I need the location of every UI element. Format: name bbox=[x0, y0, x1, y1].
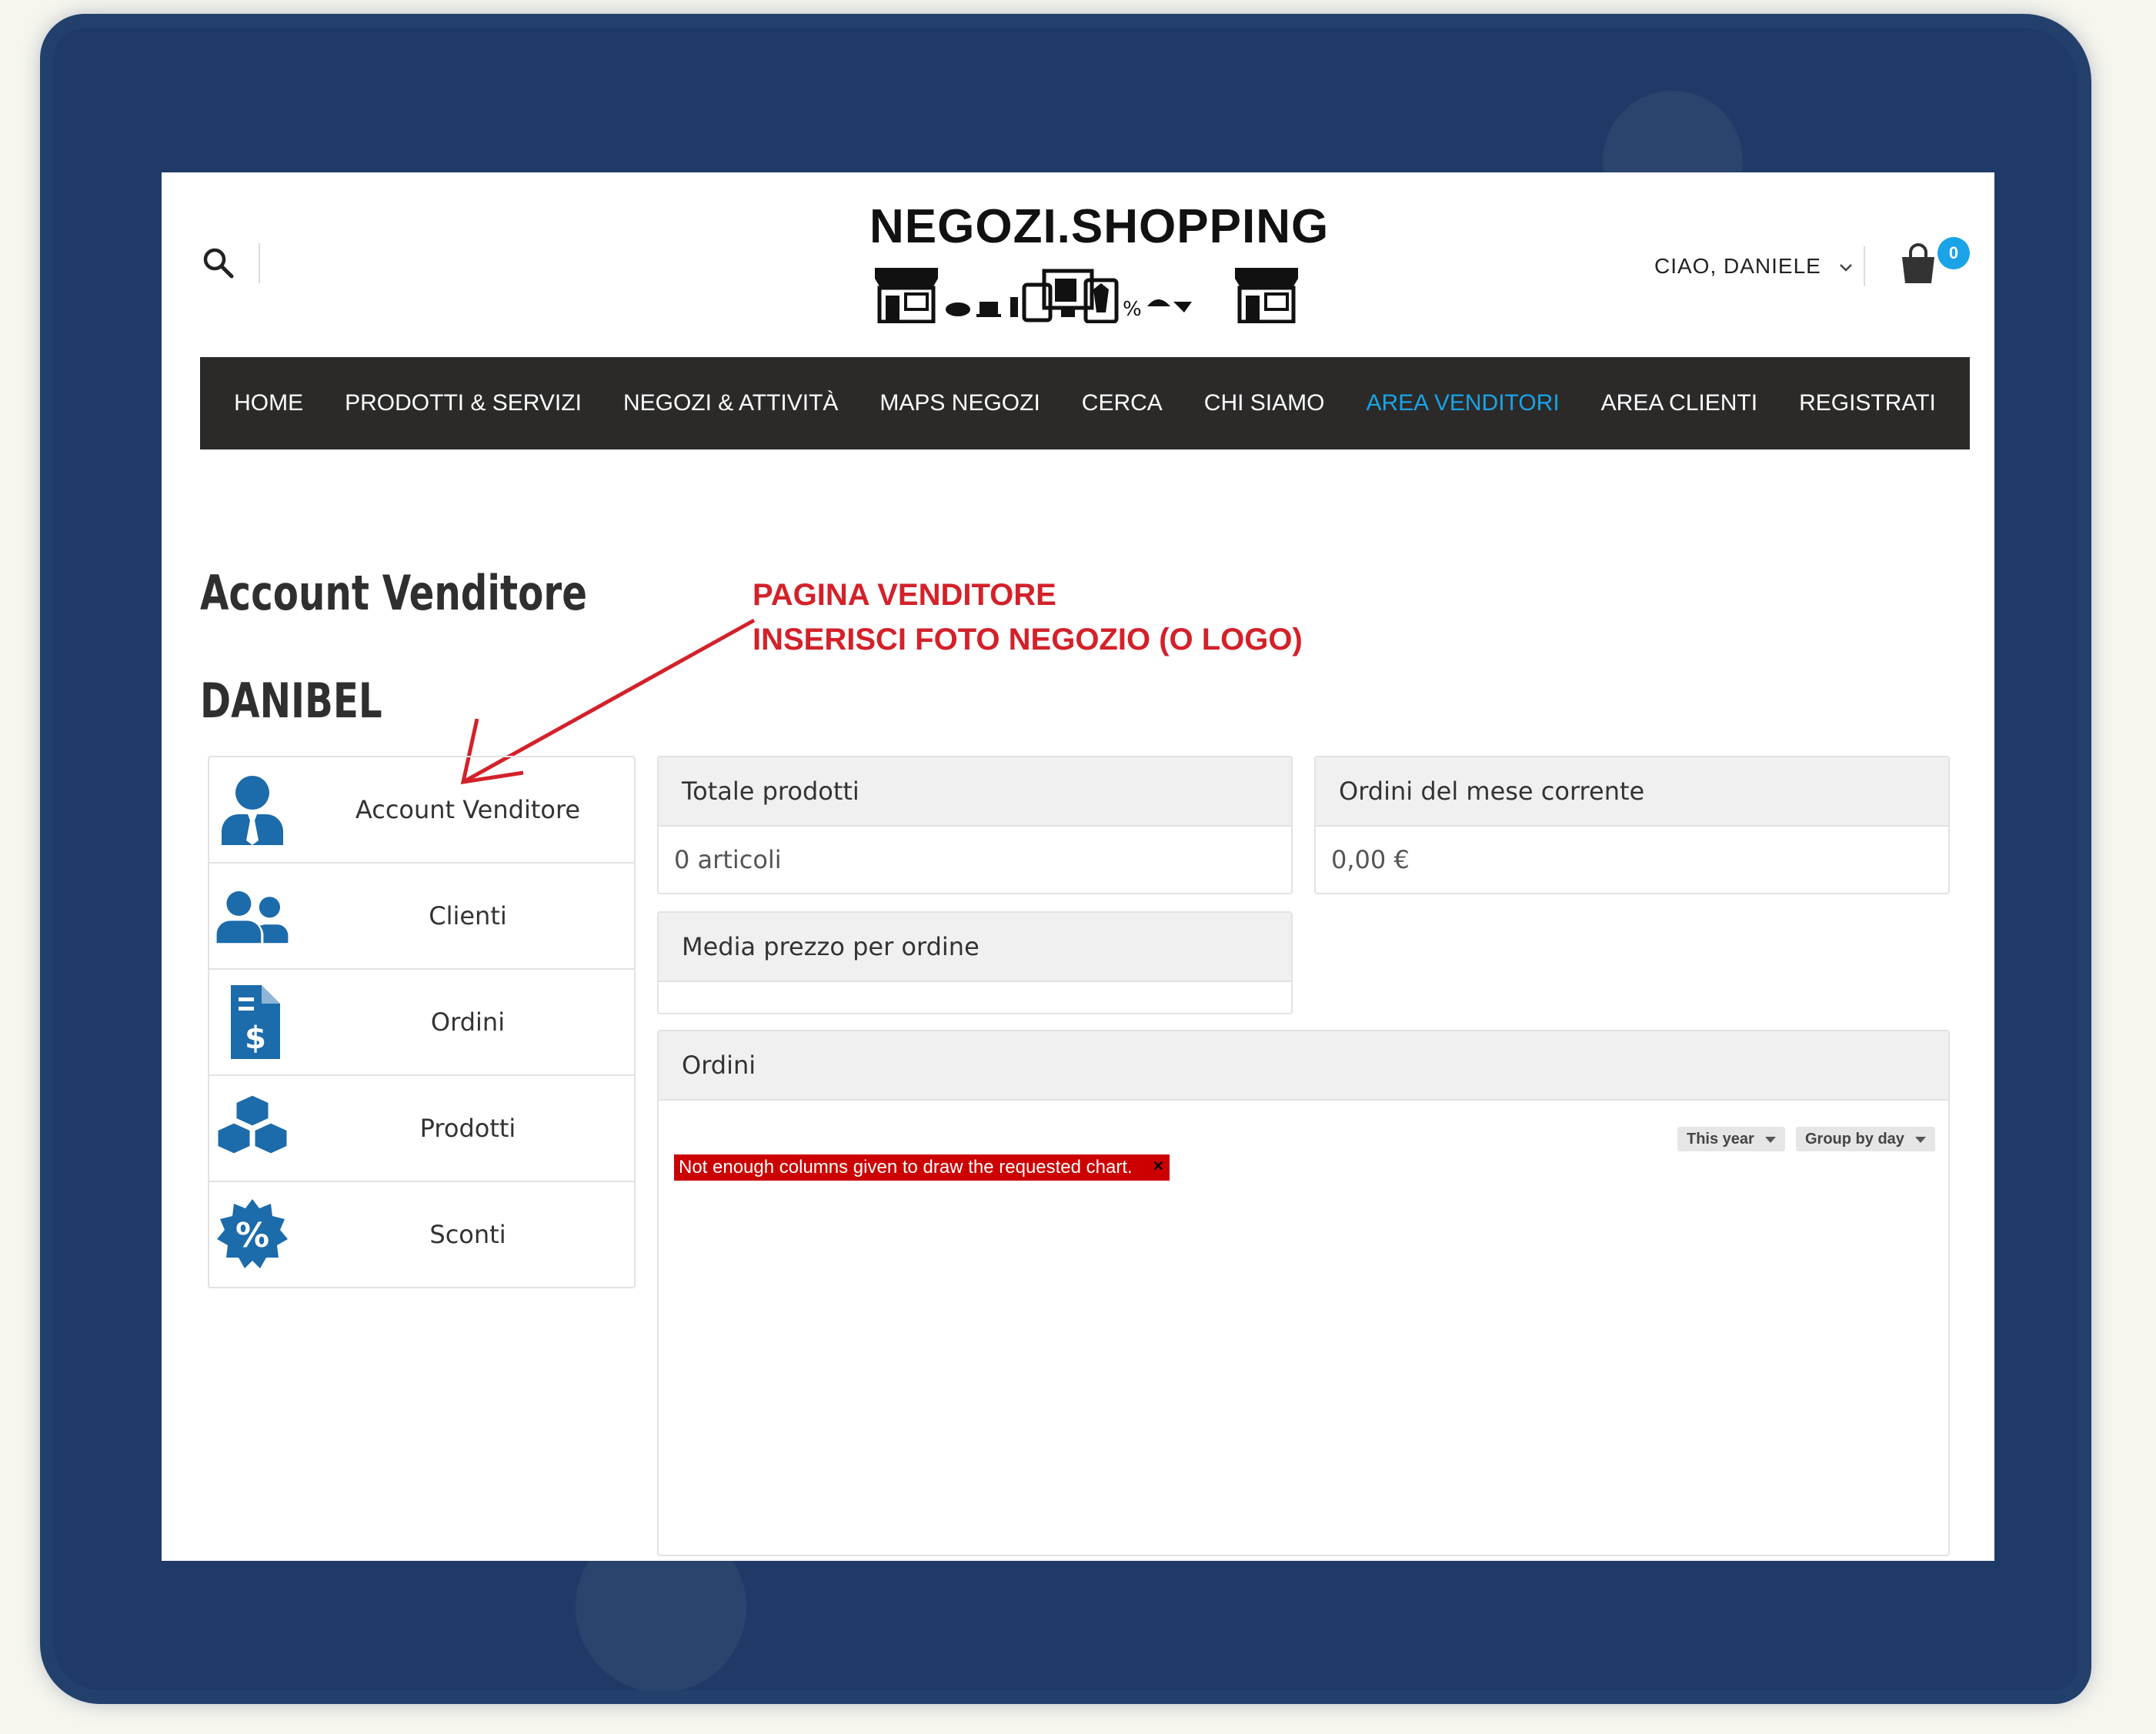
panel-media-prezzo: Media prezzo per ordine bbox=[657, 911, 1293, 1014]
search-icon[interactable] bbox=[202, 246, 235, 280]
annotation-line-2: INSERISCI FOTO NEGOZIO (O LOGO) bbox=[753, 623, 1303, 657]
panel-title: Totale prodotti bbox=[659, 757, 1291, 827]
chart-area: This year Group by day Not enough column… bbox=[659, 1101, 1948, 1555]
site-logo[interactable]: NEGOZI.SHOPPING % bbox=[869, 200, 1330, 334]
logo-text: NEGOZI.SHOPPING bbox=[869, 200, 1330, 253]
panel-value: 0,00 € bbox=[1331, 845, 1410, 874]
sidebar-item-prodotti[interactable]: Prodotti bbox=[209, 1076, 634, 1182]
nav-item-chi-siamo[interactable]: CHI SIAMO bbox=[1183, 390, 1346, 416]
nav-item-maps-negozi[interactable]: MAPS NEGOZI bbox=[859, 390, 1060, 416]
group-select-label: Group by day bbox=[1805, 1131, 1904, 1148]
user-tie-icon bbox=[222, 776, 283, 845]
panel-value bbox=[659, 982, 1291, 1013]
cart-divider bbox=[1864, 246, 1865, 286]
chart-error-message: Not enough columns given to draw the req… bbox=[674, 1154, 1170, 1181]
shop-name: DANIBEL bbox=[200, 673, 382, 729]
shop-logo-icon: % bbox=[875, 268, 1298, 323]
sidebar-item-label: Prodotti bbox=[419, 1114, 516, 1143]
sidebar-item-account-venditore[interactable]: Account Venditore bbox=[209, 757, 634, 864]
nav-item-area-venditori[interactable]: AREA VENDITORI bbox=[1345, 390, 1580, 416]
nav-item-area-clienti[interactable]: AREA CLIENTI bbox=[1580, 390, 1778, 416]
main-nav: HOME PRODOTTI & SERVIZI NEGOZI & ATTIVIT… bbox=[200, 357, 1970, 449]
chart-error-text: Not enough columns given to draw the req… bbox=[679, 1157, 1133, 1178]
nav-item-registrati[interactable]: REGISTRATI bbox=[1778, 390, 1957, 416]
sidebar-item-sconti[interactable]: % Sconti bbox=[209, 1182, 634, 1287]
svg-text:$: $ bbox=[245, 1021, 266, 1056]
shopping-bag-icon[interactable] bbox=[1897, 242, 1939, 285]
percent-badge-icon: % bbox=[217, 1199, 288, 1268]
caret-down-icon bbox=[1764, 1137, 1776, 1143]
cart-count-badge: 0 bbox=[1937, 237, 1970, 269]
sidebar-item-label: Ordini bbox=[430, 1007, 506, 1037]
panel-value: 0 articoli bbox=[674, 845, 782, 874]
panel-ordini-chart: Ordini This year Group by day Not enough… bbox=[657, 1030, 1950, 1556]
search-divider bbox=[259, 243, 260, 283]
vendor-sidebar: Account Venditore Clienti $ Ordini Prodo… bbox=[208, 756, 636, 1288]
panel-title: Ordini del mese corrente bbox=[1316, 757, 1948, 827]
panel-totale-prodotti: Totale prodotti 0 articoli bbox=[657, 756, 1293, 894]
user-menu[interactable]: CIAO, DANIELE bbox=[1654, 254, 1853, 279]
annotation-callout: PAGINA VENDITORE INSERISCI FOTO NEGOZIO … bbox=[753, 573, 1303, 662]
chevron-down-icon bbox=[1839, 263, 1852, 272]
close-icon[interactable]: × bbox=[1153, 1154, 1163, 1178]
page: NEGOZI.SHOPPING % CIAO, DANIELE 0 HOME P… bbox=[162, 172, 1994, 1561]
sidebar-item-clienti[interactable]: Clienti bbox=[209, 864, 634, 970]
nav-item-negozi-attivita[interactable]: NEGOZI & ATTIVITÀ bbox=[602, 390, 859, 416]
panel-title: Ordini bbox=[659, 1031, 1948, 1101]
range-select-label: This year bbox=[1687, 1131, 1754, 1148]
sidebar-item-ordini[interactable]: $ Ordini bbox=[209, 970, 634, 1076]
nav-item-prodotti-servizi[interactable]: PRODOTTI & SERVIZI bbox=[324, 390, 602, 416]
group-select[interactable]: Group by day bbox=[1796, 1127, 1935, 1151]
panel-title: Media prezzo per ordine bbox=[659, 913, 1291, 982]
svg-text:%: % bbox=[1123, 298, 1142, 321]
sidebar-item-label: Sconti bbox=[429, 1220, 506, 1249]
range-select[interactable]: This year bbox=[1677, 1127, 1785, 1151]
sidebar-item-label: Clienti bbox=[429, 901, 507, 930]
sidebar-item-label: Account Venditore bbox=[355, 795, 581, 824]
annotation-line-1: PAGINA VENDITORE bbox=[753, 578, 1056, 612]
user-greeting: CIAO, DANIELE bbox=[1654, 254, 1821, 278]
users-icon bbox=[216, 891, 289, 944]
nav-item-home[interactable]: HOME bbox=[213, 390, 324, 416]
caret-down-icon bbox=[1914, 1137, 1926, 1143]
svg-text:%: % bbox=[235, 1216, 269, 1255]
invoice-dollar-icon: $ bbox=[231, 985, 280, 1059]
panel-ordini-mese: Ordini del mese corrente 0,00 € bbox=[1314, 756, 1950, 894]
nav-item-cerca[interactable]: CERCA bbox=[1061, 390, 1183, 416]
boxes-icon bbox=[215, 1093, 289, 1156]
